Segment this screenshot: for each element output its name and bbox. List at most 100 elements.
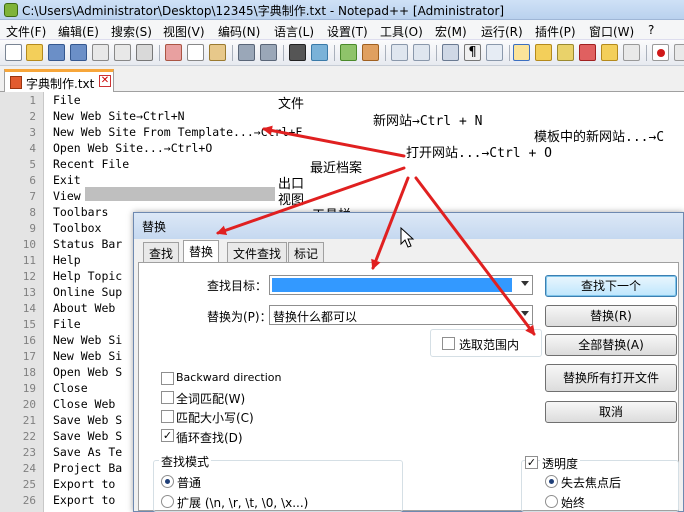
line-number: 3 — [29, 126, 36, 139]
close-tab-icon[interactable]: ✕ — [99, 75, 111, 87]
line-number: 20 — [22, 398, 36, 411]
annotation-recent: 最近档案 — [310, 161, 363, 176]
sync-horizontal-icon[interactable] — [413, 44, 430, 61]
zoom-out-icon[interactable] — [362, 44, 379, 61]
sync-vertical-icon[interactable] — [391, 44, 408, 61]
window-title: C:\Users\Administrator\Desktop\12345\字典制… — [22, 4, 505, 18]
tab-find-in-files[interactable]: 文件查找 — [227, 242, 288, 262]
menu-window[interactable]: 窗口(W) — [589, 23, 634, 40]
find-next-button[interactable]: 查找下一个 — [545, 275, 677, 297]
match-case-checkbox[interactable] — [161, 410, 174, 423]
replace-dialog: 替换 查找 替换 文件查找 标记 查找目标： 替换为(P)： 替换什么都可以 查… — [133, 212, 684, 512]
close-all-icon[interactable] — [114, 44, 131, 61]
replace-all-button[interactable]: 全部替换(A) — [545, 334, 677, 356]
code-line: Save As Te — [53, 445, 123, 459]
paste-icon[interactable] — [209, 44, 226, 61]
code-line: Close Web — [53, 397, 116, 411]
chevron-down-icon[interactable] — [521, 281, 529, 286]
show-all-chars-icon[interactable]: ¶ — [464, 44, 481, 61]
save-icon[interactable] — [48, 44, 65, 61]
replace-button[interactable]: 替换(R) — [545, 305, 677, 327]
tab-mark[interactable]: 标记 — [288, 242, 325, 262]
line-number: 6 — [29, 174, 36, 187]
cut-icon[interactable] — [165, 44, 182, 61]
mode-normal-radio[interactable] — [161, 475, 174, 488]
document-tab[interactable]: 字典制作.txt ✕ — [4, 69, 114, 92]
zoom-in-icon[interactable] — [340, 44, 357, 61]
redo-icon[interactable] — [260, 44, 277, 61]
open-folder-icon[interactable] — [26, 44, 43, 61]
macro-icon[interactable] — [623, 44, 640, 61]
search-mode-title: 查找模式 — [159, 453, 212, 470]
replace-all-open-button[interactable]: 替换所有打开文件 — [545, 364, 677, 392]
new-file-icon[interactable] — [5, 44, 22, 61]
find-input[interactable] — [269, 275, 533, 295]
folder-as-workspace-icon[interactable] — [579, 44, 596, 61]
menu-help[interactable]: ? — [648, 23, 654, 37]
code-line: Status Bar — [53, 237, 123, 251]
find-input-selection — [272, 278, 512, 292]
menu-view[interactable]: 视图(V) — [163, 23, 205, 40]
menu-tools[interactable]: 工具(O) — [380, 23, 423, 40]
find-label: 查找目标： — [207, 279, 268, 293]
match-case-label: 匹配大小写(C) — [176, 411, 254, 425]
chevron-down-icon[interactable] — [521, 311, 529, 316]
backward-direction-checkbox[interactable] — [161, 372, 174, 385]
copy-icon[interactable] — [187, 44, 204, 61]
menu-macro[interactable]: 宏(M) — [435, 23, 467, 40]
record-macro-icon[interactable] — [652, 44, 669, 61]
code-line: About Web — [53, 301, 116, 315]
tab-replace[interactable]: 替换 — [183, 240, 220, 263]
code-line: Help Topic — [53, 269, 123, 283]
menu-run[interactable]: 运行(R) — [481, 23, 523, 40]
line-number: 8 — [29, 206, 36, 219]
line-number: 25 — [22, 478, 36, 491]
line-number: 19 — [22, 382, 36, 395]
annotation-new-from-template: 模板中的新网站...→C — [534, 130, 665, 145]
backward-direction-label: Backward direction — [176, 371, 282, 384]
menu-edit[interactable]: 编辑(E) — [58, 23, 99, 40]
word-wrap-icon[interactable] — [442, 44, 459, 61]
menu-plugins[interactable]: 插件(P) — [535, 23, 576, 40]
menu-language[interactable]: 语言(L) — [274, 23, 314, 40]
undo-icon[interactable] — [238, 44, 255, 61]
always-radio[interactable] — [545, 495, 558, 508]
mode-extended-radio[interactable] — [161, 495, 174, 508]
mode-normal-label: 普通 — [177, 476, 202, 490]
in-selection-checkbox[interactable] — [442, 337, 455, 350]
user-defined-language-icon[interactable] — [513, 44, 530, 61]
menu-encoding[interactable]: 编码(N) — [218, 23, 260, 40]
print-icon[interactable] — [136, 44, 153, 61]
function-list-icon[interactable] — [557, 44, 574, 61]
on-lose-focus-radio[interactable] — [545, 475, 558, 488]
replace-input[interactable]: 替换什么都可以 — [269, 305, 533, 325]
menu-settings[interactable]: 设置(T) — [327, 23, 368, 40]
line-number: 16 — [22, 334, 36, 347]
replace-icon[interactable] — [311, 44, 328, 61]
line-number: 17 — [22, 350, 36, 363]
transparency-title: 透明度 — [540, 455, 581, 472]
stop-macro-icon[interactable] — [674, 44, 684, 61]
save-all-icon[interactable] — [70, 44, 87, 61]
code-line: File — [53, 93, 81, 107]
close-file-icon[interactable] — [92, 44, 109, 61]
line-number: 13 — [22, 286, 36, 299]
mode-extended-label: 扩展 (\n, \r, \t, \0, \x...) — [177, 496, 309, 510]
on-lose-focus-label: 失去焦点后 — [561, 476, 622, 490]
code-line: Toolbars — [53, 205, 109, 219]
doc-map-icon[interactable] — [535, 44, 552, 61]
wrap-around-checkbox[interactable]: ✓ — [161, 429, 174, 442]
tab-find[interactable]: 查找 — [143, 242, 180, 262]
cancel-button[interactable]: 取消 — [545, 401, 677, 423]
line-number: 23 — [22, 446, 36, 459]
menu-file[interactable]: 文件(F) — [6, 23, 46, 40]
file-icon — [10, 76, 22, 89]
find-icon[interactable] — [289, 44, 306, 61]
dialog-title-bar[interactable]: 替换 — [134, 213, 683, 239]
whole-word-checkbox[interactable] — [161, 391, 174, 404]
transparency-checkbox[interactable]: ✓ — [525, 456, 538, 469]
menu-search[interactable]: 搜索(S) — [111, 23, 152, 40]
indent-guide-icon[interactable] — [486, 44, 503, 61]
line-number: 21 — [22, 414, 36, 427]
monitoring-icon[interactable] — [601, 44, 618, 61]
